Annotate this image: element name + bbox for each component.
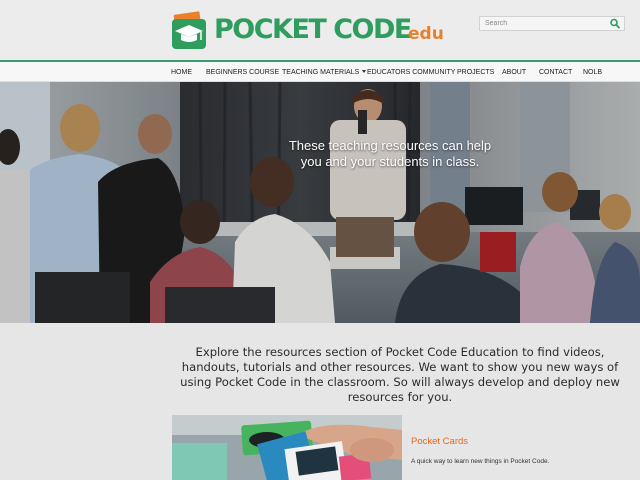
site-logo[interactable]: POCKET CODE edu — [170, 9, 450, 55]
graduation-cap-logo-icon — [172, 11, 206, 49]
hero-caption-line-1: These teaching resources can help — [288, 138, 492, 153]
hero-caption: These teaching resources can help you an… — [270, 138, 510, 170]
classroom-photo — [0, 82, 640, 323]
main-navigation: HOME BEGINNERS COURSE TEACHING MATERIALS… — [0, 62, 640, 82]
nav-item-beginners-course[interactable]: BEGINNERS COURSE — [206, 68, 279, 77]
nav-item-educators-community[interactable]: EDUCATORS COMMUNITY — [367, 68, 455, 77]
nav-item-nolb[interactable]: NOLB — [583, 68, 602, 77]
nav-item-label: TEACHING MATERIALS — [282, 69, 360, 76]
search-input[interactable] — [480, 17, 604, 30]
search-icon[interactable] — [609, 18, 621, 29]
pocket-cards-image[interactable] — [172, 415, 402, 480]
logo-wordmark: POCKET CODE — [214, 14, 412, 45]
nav-item-about[interactable]: ABOUT — [502, 68, 526, 77]
search-box — [479, 16, 625, 31]
card-description: A quick way to learn new things in Pocke… — [411, 458, 550, 465]
nav-item-home[interactable]: HOME — [171, 68, 192, 77]
nav-item-projects[interactable]: PROJECTS — [457, 68, 494, 77]
logo-edu-suffix: edu — [408, 24, 444, 44]
chevron-down-icon — [362, 70, 367, 73]
hero-banner: These teaching resources can help you an… — [0, 82, 640, 323]
nav-item-teaching-materials[interactable]: TEACHING MATERIALS — [282, 68, 367, 77]
hero-caption-line-2: you and your students in class. — [300, 154, 480, 169]
pocket-cards-photo — [172, 415, 402, 480]
intro-paragraph: Explore the resources section of Pocket … — [180, 345, 620, 404]
site-header: POCKET CODE edu — [0, 0, 640, 62]
card-title[interactable]: Pocket Cards — [411, 436, 468, 448]
nav-item-contact[interactable]: CONTACT — [539, 68, 572, 77]
